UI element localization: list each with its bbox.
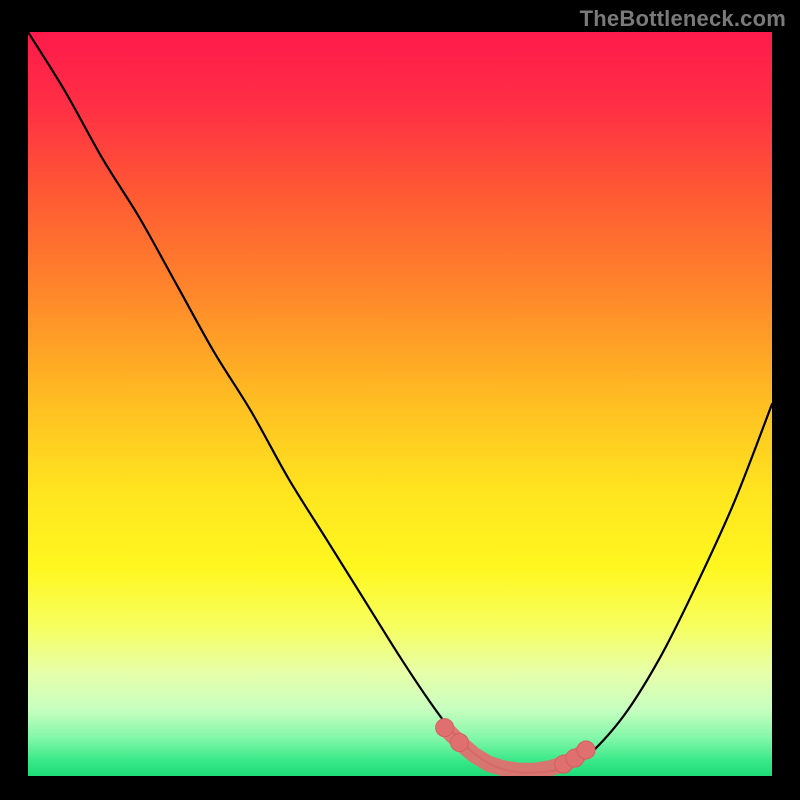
chart-plot <box>28 32 772 776</box>
gradient-background <box>28 32 772 776</box>
chart-frame: TheBottleneck.com <box>0 0 800 800</box>
highlight-dot <box>451 734 469 752</box>
watermark-text: TheBottleneck.com <box>580 6 786 32</box>
highlight-dot <box>577 741 595 759</box>
highlight-dot <box>436 719 454 737</box>
chart-svg <box>28 32 772 776</box>
